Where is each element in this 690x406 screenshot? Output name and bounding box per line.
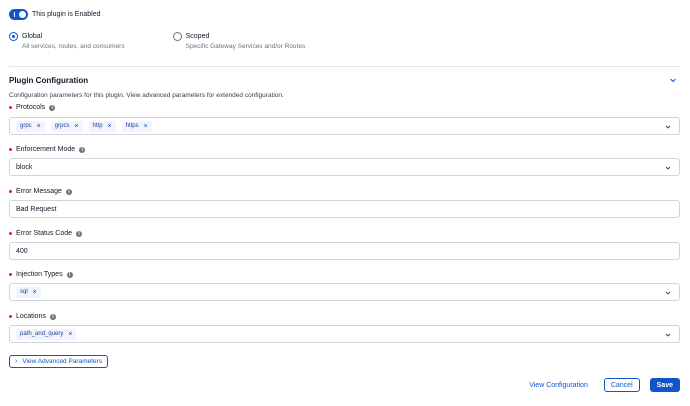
remove-chip-icon[interactable]: × [33, 289, 37, 296]
protocol-chip: http × [88, 120, 116, 132]
required-marker [9, 148, 12, 151]
scope-scoped-title: Scoped [185, 33, 210, 40]
info-icon[interactable]: i [66, 271, 73, 278]
chevron-right-icon: › [15, 358, 18, 365]
scope-scoped-option[interactable]: Scoped Specific Gateway Services and/or … [172, 32, 306, 52]
enable-toggle-row: This plugin is Enabled [9, 9, 101, 20]
chip-label: grpcs [54, 123, 70, 129]
advanced-button-label: View Advanced Parameters [22, 358, 103, 365]
scope-global-option[interactable]: Global All services, routes, and consume… [9, 32, 125, 52]
error-message-label-row: Error Message i [9, 188, 72, 195]
enable-toggle-label: This plugin is Enabled [32, 11, 101, 18]
plugin-config-title: Plugin Configuration [9, 76, 89, 85]
view-configuration-button[interactable]: View Configuration [523, 382, 594, 389]
error-message-label: Error Message [16, 188, 62, 195]
info-icon[interactable]: i [49, 313, 56, 320]
scope-global-desc: All services, routes, and consumers [22, 43, 125, 50]
injection-types-label: Injection Types [16, 271, 63, 278]
chip-label: https [125, 123, 139, 129]
form-footer: View Configuration Cancel Save [523, 378, 680, 392]
remove-chip-icon[interactable]: × [74, 123, 78, 130]
chevron-down-icon[interactable] [665, 165, 671, 171]
error-status-code-value: 400 [16, 247, 28, 255]
required-marker [9, 315, 12, 318]
chip-label: path_and_query [20, 331, 64, 337]
info-icon[interactable]: i [49, 104, 56, 111]
protocols-label-row: Protocols i [9, 104, 56, 111]
error-message-input[interactable]: Bad Request [9, 200, 680, 218]
save-button[interactable]: Save [649, 378, 680, 392]
locations-label-row: Locations i [9, 313, 56, 320]
chevron-down-icon[interactable] [665, 124, 671, 130]
remove-chip-icon[interactable]: × [108, 123, 112, 130]
radio-global[interactable] [9, 32, 18, 41]
chip-label: http [92, 123, 103, 129]
chevron-down-icon[interactable] [665, 332, 671, 338]
enforcement-label-row: Enforcement Mode i [9, 146, 86, 153]
chevron-down-icon[interactable] [665, 290, 671, 296]
plugin-config-description: Configuration parameters for this plugin… [9, 92, 284, 99]
protocol-chip: https × [121, 120, 152, 132]
chip-label: grpc [20, 123, 32, 129]
location-chip: path_and_query × [16, 328, 77, 340]
required-marker [9, 190, 12, 193]
divider [9, 66, 680, 67]
locations-label: Locations [16, 313, 46, 320]
required-marker [9, 106, 12, 109]
required-marker [9, 232, 12, 235]
enable-toggle[interactable] [9, 9, 28, 20]
enforcement-mode-label: Enforcement Mode [16, 146, 76, 153]
remove-chip-icon[interactable]: × [37, 123, 41, 130]
collapse-chevron-icon[interactable] [669, 76, 677, 84]
injection-type-chip: sql × [16, 286, 41, 298]
toggle-on-mark [14, 12, 15, 17]
protocols-select[interactable]: grpc × grpcs × http × https × [9, 117, 680, 135]
remove-chip-icon[interactable]: × [68, 331, 72, 338]
scope-radio-group: Global All services, routes, and consume… [9, 32, 305, 52]
enforcement-mode-select[interactable]: block [9, 158, 680, 176]
info-icon[interactable]: i [79, 146, 86, 153]
remove-chip-icon[interactable]: × [144, 123, 148, 130]
view-advanced-parameters-button[interactable]: › View Advanced Parameters [9, 355, 109, 368]
protocol-chip: grpc × [16, 120, 45, 132]
info-icon[interactable]: i [65, 188, 72, 195]
error-status-code-input[interactable]: 400 [9, 242, 680, 260]
protocol-chip: grpcs × [50, 120, 83, 132]
enforcement-mode-value: block [16, 163, 33, 171]
required-marker [9, 273, 12, 276]
info-icon[interactable]: i [76, 230, 83, 237]
error-status-code-label: Error Status Code [16, 230, 73, 237]
toggle-knob [19, 11, 26, 18]
locations-select[interactable]: path_and_query × [9, 325, 680, 343]
protocols-label: Protocols [16, 104, 46, 111]
error-message-value: Bad Request [16, 205, 57, 213]
error-status-label-row: Error Status Code i [9, 230, 83, 237]
injection-types-select[interactable]: sql × [9, 283, 680, 301]
chip-label: sql [20, 289, 28, 295]
scope-global-title: Global [22, 33, 43, 40]
injection-types-label-row: Injection Types i [9, 271, 73, 278]
radio-scoped[interactable] [172, 32, 182, 41]
scope-scoped-desc: Specific Gateway Services and/or Routes [185, 43, 306, 50]
cancel-button[interactable]: Cancel [603, 378, 640, 392]
